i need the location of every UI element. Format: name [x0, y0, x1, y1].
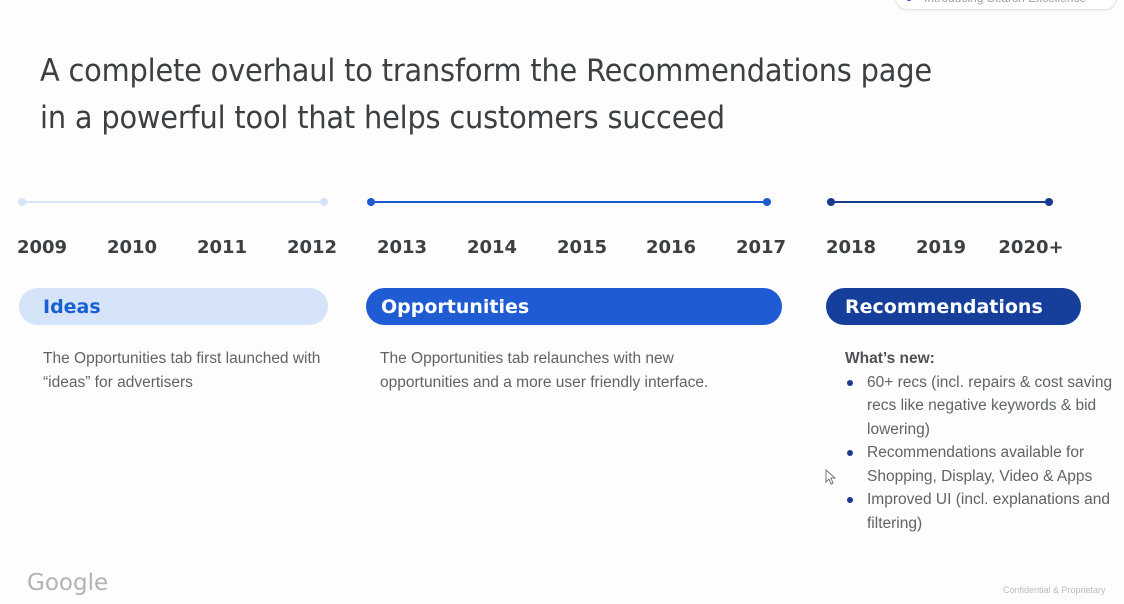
phase-pill-label: Recommendations	[845, 295, 1043, 318]
phase-pill-ideas: Ideas	[19, 288, 328, 325]
track-start-dot	[367, 198, 375, 206]
bullet-icon	[847, 379, 853, 386]
year-label: 2020+	[998, 237, 1064, 258]
slide-title: A complete overhaul to transform the Rec…	[40, 48, 970, 142]
year-label: 2017	[735, 237, 787, 258]
mouse-cursor-icon	[825, 469, 837, 485]
year-label: 2010	[106, 237, 158, 258]
year-label: 2013	[376, 237, 428, 258]
bullet-icon	[847, 450, 853, 456]
list-item: Recommendations available for Shopping, …	[845, 441, 1115, 488]
track-end-dot	[320, 198, 328, 206]
chip-label: Introducing Search Excellence	[924, 0, 1086, 5]
list-item: 60+ recs (incl. repairs & cost saving re…	[845, 371, 1115, 442]
list-item-text: Recommendations available for Shopping, …	[867, 444, 1093, 485]
track-start-dot	[18, 198, 26, 206]
year-label: 2015	[556, 237, 608, 258]
year-label: 2009	[16, 237, 68, 258]
year-label: 2012	[286, 237, 338, 258]
whats-new-section: What’s new: 60+ recs (incl. repairs & co…	[845, 347, 1115, 535]
list-item-text: 60+ recs (incl. repairs & cost saving re…	[867, 373, 1113, 438]
title-line-2: in a powerful tool that helps customers …	[40, 100, 725, 136]
track-start-dot	[827, 198, 835, 206]
phase-pill-recommendations: Recommendations	[826, 288, 1081, 325]
title-line-1: A complete overhaul to transform the Rec…	[40, 53, 932, 89]
timeline-track-opportunities	[367, 198, 771, 206]
chip-dot-icon	[906, 0, 912, 1]
whats-new-heading: What’s new:	[845, 350, 935, 367]
year-label: 2014	[466, 237, 518, 258]
confidential-label: Confidential & Proprietary	[1003, 585, 1106, 595]
list-item-text: Improved UI (incl. explanations and filt…	[867, 491, 1110, 532]
phase-pill-label: Opportunities	[381, 295, 530, 318]
phase-pill-opportunities: Opportunities	[366, 288, 782, 325]
timeline-track-recommendations	[827, 198, 1053, 206]
year-label: 2011	[196, 237, 248, 258]
list-item: Improved UI (incl. explanations and filt…	[845, 488, 1115, 535]
year-label: 2016	[645, 237, 697, 258]
bullet-icon	[847, 497, 853, 503]
phase-pill-label: Ideas	[43, 295, 101, 318]
google-logo: Google	[27, 570, 109, 596]
timeline-track-ideas	[18, 198, 328, 206]
track-end-dot	[763, 198, 771, 206]
section-chip: Introducing Search Excellence	[895, 0, 1117, 10]
whats-new-list: 60+ recs (incl. repairs & cost saving re…	[845, 371, 1115, 536]
year-label: 2019	[915, 237, 967, 258]
track-end-dot	[1045, 198, 1053, 206]
phase-description-opportunities: The Opportunities tab relaunches with ne…	[380, 350, 709, 391]
year-label: 2018	[825, 237, 877, 258]
phase-description-ideas: The Opportunities tab first launched wit…	[43, 350, 321, 391]
